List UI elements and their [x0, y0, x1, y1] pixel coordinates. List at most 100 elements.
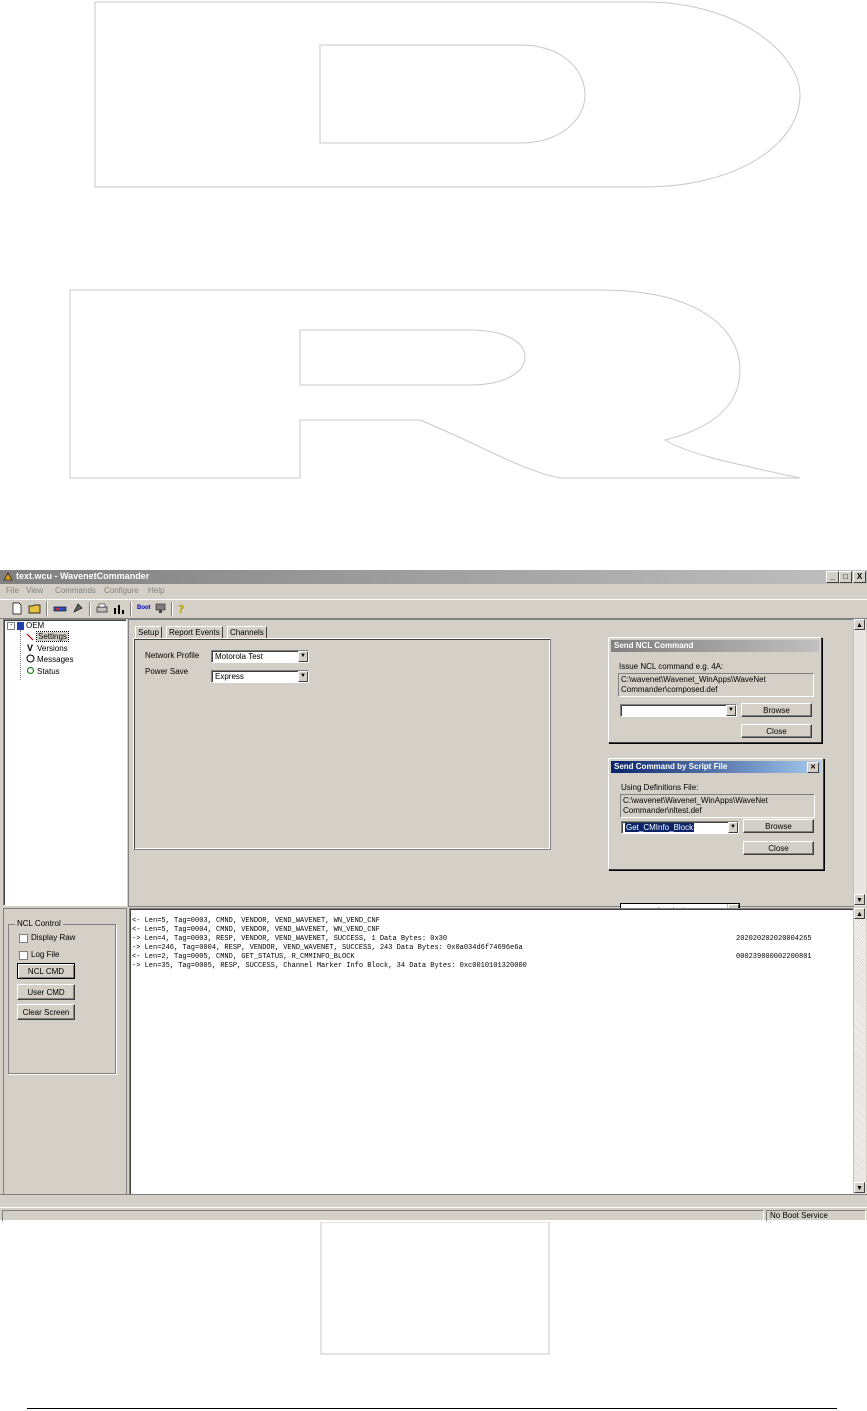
ncl-cmd-button[interactable]: NCL CMD	[17, 963, 75, 979]
script-browse-button[interactable]: Browse	[743, 819, 814, 833]
script-definitions-path: C:\wavenet\Wavenet_WinApps\WaveNet Comma…	[620, 794, 815, 818]
toolbar-separator	[171, 602, 173, 616]
ncl-instruction: Issue NCL command e.g. 4A:	[619, 662, 724, 671]
horizontal-splitter[interactable]	[0, 1194, 867, 1206]
device-icon	[17, 622, 24, 630]
ncl-control-group-label: NCL Control	[15, 919, 63, 928]
toolbar-separator	[130, 602, 132, 616]
close-window-button[interactable]: X	[853, 571, 866, 583]
menu-file[interactable]: File	[6, 586, 19, 595]
tree-item-settings[interactable]: Settings	[36, 631, 69, 642]
script-command-select[interactable]: Get_CMInfo_Block ▼	[621, 821, 739, 834]
settings-tree: - OEM Settings V Versions Messages Statu…	[3, 619, 127, 906]
log-line: -> Len=35, Tag=0005, RESP, SUCCESS, Chan…	[132, 962, 527, 970]
tree-root-oem[interactable]: OEM	[26, 621, 44, 630]
log-tail-2: 000239800002200801	[736, 953, 812, 961]
network-profile-value: Motorola Test	[215, 652, 263, 661]
chart-icon[interactable]	[112, 602, 126, 615]
ncl-path-line-1: C:\wavenet\Wavenet_WinApps\WaveNet	[621, 675, 766, 684]
disk-icon[interactable]	[53, 602, 67, 615]
tree-collapse-toggle[interactable]: -	[7, 622, 15, 630]
chevron-down-icon[interactable]: ▼	[298, 671, 308, 682]
chevron-down-icon[interactable]: ▼	[728, 822, 738, 833]
chevron-down-icon[interactable]: ▼	[298, 651, 308, 662]
status-icon	[26, 666, 35, 675]
power-save-label: Power Save	[145, 667, 189, 676]
ncl-dialog-titlebar: Send NCL Command	[611, 640, 819, 652]
boot-service-status: No Boot Service	[770, 1211, 828, 1220]
messages-icon	[26, 654, 35, 663]
title-bar: text.wcu - WavenetCommander _ □ X	[0, 570, 867, 584]
log-file-checkbox[interactable]	[19, 951, 28, 960]
script-command-value: Get_CMInfo_Block	[625, 823, 695, 832]
log-line: <- Len=5, Tag=0003, CMND, VENDOR, VEND_W…	[132, 917, 380, 925]
boot-icon[interactable]: Boot	[137, 605, 151, 611]
settings-pane-scrollbar[interactable]: ▲ ▼	[853, 619, 866, 906]
open-folder-icon[interactable]	[28, 602, 42, 615]
menu-commands[interactable]: Commands	[55, 586, 96, 595]
menu-view[interactable]: View	[26, 586, 43, 595]
new-file-icon[interactable]	[10, 602, 24, 615]
scroll-down-icon[interactable]: ▼	[854, 894, 865, 905]
log-line: <- Len=5, Tag=0004, CMND, VENDOR, VEND_W…	[132, 926, 380, 934]
help-icon[interactable]: ?	[175, 602, 189, 615]
send-ncl-command-dialog: Send NCL Command Issue NCL command e.g. …	[608, 637, 822, 743]
script-close-button[interactable]: Close	[743, 841, 814, 855]
status-cell-boot: No Boot Service	[766, 1210, 866, 1222]
script-dialog-titlebar: Send Command by Script File ✕	[611, 761, 821, 773]
log-line: -> Len=246, Tag=0004, RESP, VENDOR, VEND…	[132, 944, 523, 952]
toolbar-separator	[46, 602, 48, 616]
log-line: <- Len=2, Tag=0005, CMND, GET_STATUS, R_…	[132, 953, 355, 961]
wavenet-commander-window: text.wcu - WavenetCommander _ □ X File V…	[0, 570, 867, 1222]
ncl-dialog-title: Send NCL Command	[614, 641, 694, 650]
clear-screen-button[interactable]: Clear Screen	[17, 1004, 75, 1020]
scroll-down-icon[interactable]: ▼	[854, 1182, 865, 1193]
versions-icon: V	[27, 643, 34, 653]
setup-panel	[133, 638, 551, 850]
display-raw-checkbox[interactable]	[19, 934, 28, 943]
power-save-select[interactable]: Express ▼	[211, 670, 309, 683]
print-icon[interactable]	[95, 602, 109, 615]
network-profile-select[interactable]: Motorola Test ▼	[211, 650, 309, 663]
restore-button[interactable]: □	[839, 571, 852, 583]
log-line: -> Len=4, Tag=0003, RESP, VENDOR, VEND_W…	[132, 935, 448, 943]
close-icon[interactable]: ✕	[807, 762, 819, 773]
scroll-up-icon[interactable]: ▲	[854, 619, 865, 630]
watermark-letter-stroke	[320, 1221, 550, 1355]
log-scrollbar[interactable]: ▲ ▼	[853, 908, 866, 1194]
scroll-up-icon[interactable]: ▲	[854, 908, 865, 919]
display-raw-label: Display Raw	[31, 933, 76, 942]
watermark-letter-r	[69, 289, 801, 479]
pencil-icon	[26, 633, 34, 641]
message-log[interactable]: <- Len=5, Tag=0003, CMND, VENDOR, VEND_W…	[129, 908, 855, 1195]
ncl-command-input[interactable]: ▼	[620, 704, 737, 717]
power-save-value: Express	[215, 672, 244, 681]
tree-item-status[interactable]: Status	[37, 667, 60, 676]
app-icon	[3, 572, 13, 581]
network-profile-label: Network Profile	[145, 651, 200, 660]
toolbar: Boot ?	[0, 599, 867, 619]
status-cell-main	[2, 1210, 764, 1222]
ncl-definitions-path: C:\wavenet\Wavenet_WinApps\WaveNet Comma…	[618, 673, 814, 697]
ncl-browse-button[interactable]: Browse	[741, 703, 812, 717]
svg-text:?: ?	[178, 603, 184, 615]
log-file-label: Log File	[31, 950, 60, 959]
menu-configure[interactable]: Configure	[104, 586, 139, 595]
script-path-line-2: Commander\nltest.def	[623, 806, 702, 815]
user-cmd-button[interactable]: User CMD	[17, 984, 75, 1000]
toolbar-separator	[89, 602, 91, 616]
window-title: text.wcu - WavenetCommander	[16, 571, 150, 581]
menu-help[interactable]: Help	[148, 586, 164, 595]
ncl-close-button[interactable]: Close	[741, 724, 812, 738]
ncl-path-line-2: Commander\composed.def	[621, 685, 718, 694]
send-script-command-dialog: Send Command by Script File ✕ Using Defi…	[608, 758, 824, 870]
network-icon[interactable]	[154, 602, 168, 615]
chevron-down-icon[interactable]: ▼	[726, 705, 736, 716]
log-tail-1: 202020202020004265	[736, 935, 812, 943]
plug-icon[interactable]	[71, 602, 85, 615]
menu-bar: File View Commands Configure Help	[0, 585, 867, 597]
tree-item-versions[interactable]: Versions	[37, 644, 68, 653]
minimize-button[interactable]: _	[826, 571, 839, 583]
script-dialog-title: Send Command by Script File	[614, 762, 728, 771]
tree-item-messages[interactable]: Messages	[37, 655, 73, 664]
